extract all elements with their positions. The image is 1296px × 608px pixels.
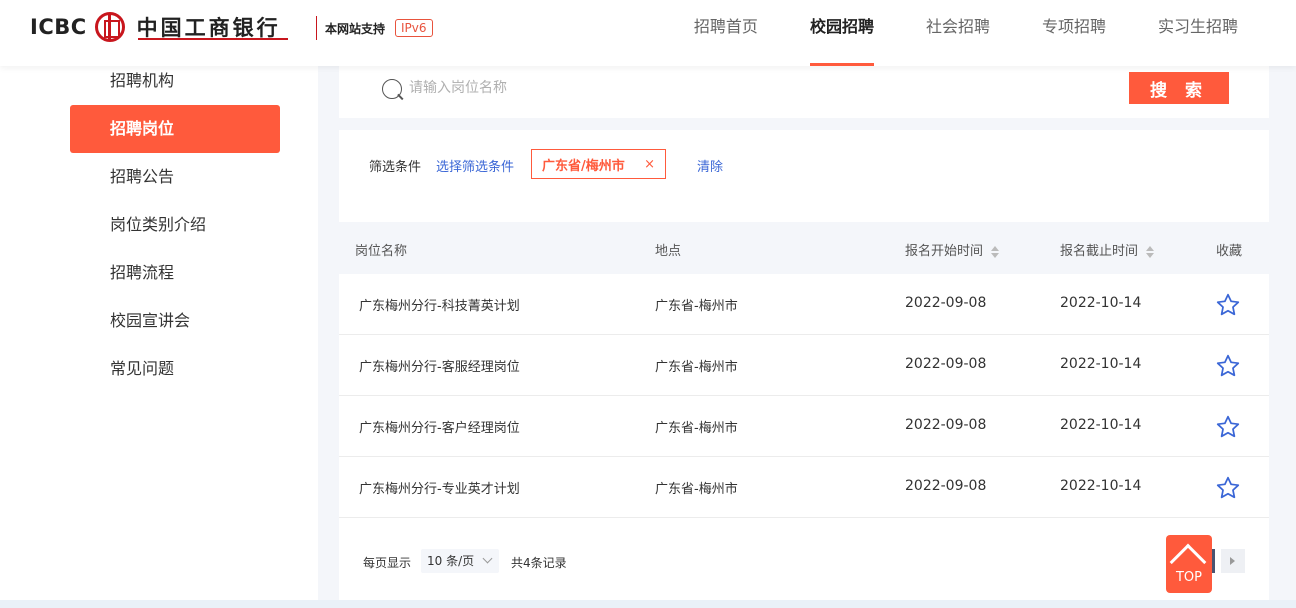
header-favorite: 收藏 xyxy=(1216,244,1243,259)
star-outline-icon[interactable] xyxy=(1215,353,1241,379)
pagination: 每页显示 10 条/页 共4条记录 xyxy=(339,518,1269,602)
star-outline-icon[interactable] xyxy=(1215,475,1241,501)
position-start: 2022-09-08 xyxy=(905,417,987,433)
site-header: ICBC 中国工商银行 本网站支持 IPv6 招聘首页 校园招聘 社会招聘 专项… xyxy=(0,0,1296,66)
sidebar: 招聘机构 招聘岗位 招聘公告 岗位类别介绍 招聘流程 校园宣讲会 常见问题 xyxy=(0,66,318,608)
search-bar: 搜 索 xyxy=(339,66,1269,118)
search-input[interactable] xyxy=(409,76,1009,100)
chevron-right-icon[interactable] xyxy=(1221,549,1245,573)
search-button[interactable]: 搜 索 xyxy=(1129,72,1229,104)
filter-tag-label: 广东省/梅州市 xyxy=(542,158,625,174)
sidebar-item-announcements[interactable]: 招聘公告 xyxy=(70,153,280,201)
table-header: 岗位名称 地点 报名开始时间 报名截止时间 收藏 xyxy=(339,222,1269,274)
logo-underline xyxy=(138,38,288,40)
page-size-select[interactable]: 10 条/页 xyxy=(421,549,499,573)
filter-tag: 广东省/梅州市 × xyxy=(531,149,666,179)
header-end-label: 报名截止时间 xyxy=(1060,244,1139,259)
position-title-link[interactable]: 广东梅州分行-科技菁英计划 xyxy=(359,295,520,314)
position-end: 2022-10-14 xyxy=(1060,417,1142,433)
logo-en-text: ICBC xyxy=(30,15,87,39)
page-size-value: 10 条/页 xyxy=(427,554,475,568)
position-location: 广东省-梅州市 xyxy=(655,299,738,314)
sidebar-item-categories[interactable]: 岗位类别介绍 xyxy=(70,201,280,249)
sidebar-item-talks[interactable]: 校园宣讲会 xyxy=(70,297,280,345)
top-label: TOP xyxy=(1175,570,1202,585)
header-title: 岗位名称 xyxy=(355,244,408,259)
position-location: 广东省-梅州市 xyxy=(655,360,738,375)
position-start: 2022-09-08 xyxy=(905,356,987,372)
table-row: 广东梅州分行-专业英才计划 广东省-梅州市 2022-09-08 2022-10… xyxy=(339,457,1269,518)
sort-icon[interactable] xyxy=(991,245,1000,258)
sidebar-item-faq[interactable]: 常见问题 xyxy=(70,345,280,393)
chevron-down-icon xyxy=(482,553,493,564)
star-outline-icon[interactable] xyxy=(1215,292,1241,318)
position-end: 2022-10-14 xyxy=(1060,478,1142,494)
sidebar-item-process[interactable]: 招聘流程 xyxy=(70,249,280,297)
nav-intern[interactable]: 实习生招聘 xyxy=(1158,0,1238,66)
position-title-link[interactable]: 广东梅州分行-客户经理岗位 xyxy=(359,417,520,436)
close-icon[interactable]: × xyxy=(644,157,655,172)
table-row: 广东梅州分行-客户经理岗位 广东省-梅州市 2022-09-08 2022-10… xyxy=(339,396,1269,457)
header-start-label: 报名开始时间 xyxy=(905,244,984,259)
back-to-top-button[interactable]: TOP xyxy=(1166,535,1212,593)
sort-icon[interactable] xyxy=(1146,245,1155,258)
table-row: 广东梅州分行-科技菁英计划 广东省-梅州市 2022-09-08 2022-10… xyxy=(339,274,1269,335)
position-title-link[interactable]: 广东梅州分行-客服经理岗位 xyxy=(359,356,520,375)
position-location: 广东省-梅州市 xyxy=(655,421,738,436)
filter-box: 筛选条件 选择筛选条件 广东省/梅州市 × 清除 xyxy=(339,130,1269,222)
table-body: 广东梅州分行-科技菁英计划 广东省-梅州市 2022-09-08 2022-10… xyxy=(339,274,1269,518)
position-title-link[interactable]: 广东梅州分行-专业英才计划 xyxy=(359,478,520,497)
nav-social[interactable]: 社会招聘 xyxy=(926,0,990,66)
header-end[interactable]: 报名截止时间 xyxy=(1060,240,1155,259)
position-start: 2022-09-08 xyxy=(905,295,987,311)
icbc-emblem-icon xyxy=(94,12,125,42)
clear-filter-link[interactable]: 清除 xyxy=(697,156,723,175)
filter-label: 筛选条件 xyxy=(369,160,422,175)
page-bottom-strip xyxy=(0,600,1296,608)
support-text: 本网站支持 xyxy=(325,21,386,36)
ipv6-support: 本网站支持 IPv6 xyxy=(316,16,433,40)
nav-campus[interactable]: 校园招聘 xyxy=(809,0,874,66)
nav-special[interactable]: 专项招聘 xyxy=(1042,0,1106,66)
nav-home[interactable]: 招聘首页 xyxy=(694,0,758,66)
sidebar-item-positions[interactable]: 招聘岗位 xyxy=(70,105,280,153)
star-outline-icon[interactable] xyxy=(1215,414,1241,440)
select-filter-link[interactable]: 选择筛选条件 xyxy=(436,156,514,175)
total-records: 共4条记录 xyxy=(511,556,567,570)
position-location: 广东省-梅州市 xyxy=(655,482,738,497)
position-end: 2022-10-14 xyxy=(1060,295,1142,311)
per-page-label: 每页显示 xyxy=(363,556,412,570)
search-icon xyxy=(382,79,402,99)
header-start[interactable]: 报名开始时间 xyxy=(905,240,1000,259)
position-end: 2022-10-14 xyxy=(1060,356,1142,372)
position-start: 2022-09-08 xyxy=(905,478,987,494)
main-nav: 招聘首页 校园招聘 社会招聘 专项招聘 实习生招聘 xyxy=(642,0,1238,66)
header-location: 地点 xyxy=(655,244,682,259)
table-row: 广东梅州分行-客服经理岗位 广东省-梅州市 2022-09-08 2022-10… xyxy=(339,335,1269,396)
ipv6-badge: IPv6 xyxy=(395,19,433,37)
